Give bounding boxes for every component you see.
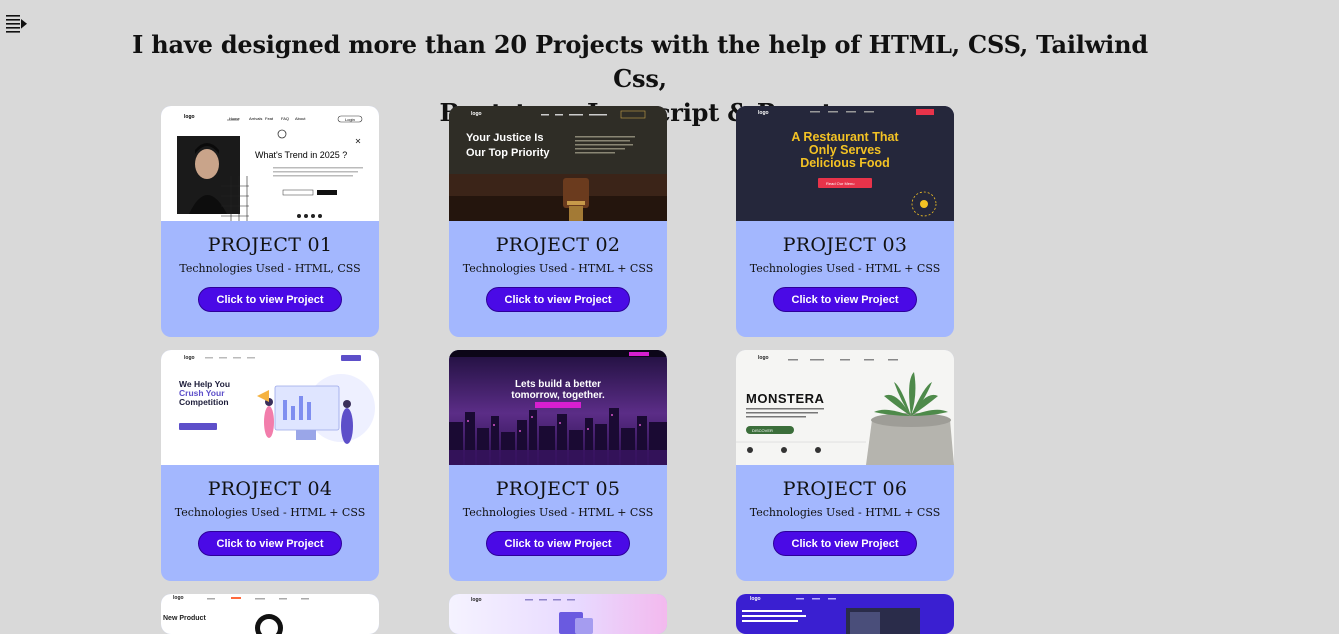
project-04-view-button[interactable]: Click to view Project: [198, 531, 342, 556]
project-01-title: PROJECT 01: [207, 234, 333, 256]
project-card-06: logo MONSTERA DISCOVER PROJECT 06 Techno…: [736, 350, 954, 581]
project-card-04: logo We Help You Crush Your Competition …: [161, 350, 379, 581]
project-04-thumb-logo: logo: [184, 355, 195, 361]
project-06-thumb-headline: MONSTERA: [746, 391, 825, 406]
project-07-thumb-logo: logo: [173, 595, 184, 601]
project-card-01: logo Home Arrivals Feat FAQ About Login …: [161, 106, 379, 337]
project-01-thumb-nav-3: Feat: [265, 116, 274, 121]
project-05-thumb-headline-2: tomorrow, together.: [511, 390, 605, 401]
project-02-view-button[interactable]: Click to view Project: [486, 287, 630, 312]
project-06-title: PROJECT 06: [782, 478, 908, 500]
project-09-thumbnail[interactable]: logo: [736, 594, 954, 634]
project-02-thumb-headline-2: Our Top Priority: [466, 147, 550, 159]
project-05-thumbnail[interactable]: Lets build a better tomorrow, together.: [449, 350, 667, 465]
project-03-thumb-headline-3: Delicious Food: [800, 156, 890, 170]
project-03-view-button[interactable]: Click to view Project: [773, 287, 917, 312]
project-06-thumbnail[interactable]: logo MONSTERA DISCOVER: [736, 350, 954, 465]
project-01-thumb-nav-5: About: [295, 116, 306, 121]
project-card-03: logo A Restaurant That Only Serves Delic…: [736, 106, 954, 337]
project-02-thumb-logo: logo: [471, 111, 482, 117]
project-card-09-partial: logo: [736, 594, 954, 634]
project-03-thumb-headline: A Restaurant That Only Serves Delicious …: [736, 131, 954, 170]
project-04-title: PROJECT 04: [207, 478, 333, 500]
project-card-07-partial: logo New Product: [161, 594, 379, 634]
project-05-view-button[interactable]: Click to view Project: [486, 531, 630, 556]
project-08-thumb-logo: logo: [471, 597, 482, 603]
project-05-thumb-headline: Lets build a better tomorrow, together.: [449, 379, 667, 401]
project-09-thumb-logo: logo: [750, 596, 761, 602]
project-01-view-button[interactable]: Click to view Project: [198, 287, 342, 312]
project-01-thumb-cta: Login: [345, 117, 355, 122]
project-06-thumb-logo: logo: [758, 355, 769, 361]
project-03-thumb-cta: Read Our Menu: [826, 181, 855, 186]
project-06-thumb-cta: DISCOVER: [752, 428, 773, 433]
project-04-thumbnail[interactable]: logo We Help You Crush Your Competition: [161, 350, 379, 465]
project-05-title: PROJECT 05: [495, 478, 621, 500]
project-01-thumb-nav-2: Arrivals: [249, 116, 263, 121]
project-card-05: Lets build a better tomorrow, together. …: [449, 350, 667, 581]
project-03-thumb-logo: logo: [758, 110, 769, 116]
project-06-tech: Technologies Used - HTML + CSS: [749, 506, 941, 519]
project-05-tech: Technologies Used - HTML + CSS: [462, 506, 654, 519]
project-03-thumbnail[interactable]: logo A Restaurant That Only Serves Delic…: [736, 106, 954, 221]
project-01-thumbnail[interactable]: logo Home Arrivals Feat FAQ About Login …: [161, 106, 379, 221]
project-04-thumb-headline-3: Competition: [179, 397, 229, 407]
project-01-thumb-nav-1: Home: [229, 116, 240, 121]
project-02-thumbnail[interactable]: logo Your Justice Is Our Top Priority: [449, 106, 667, 221]
project-01-tech: Technologies Used - HTML, CSS: [179, 262, 361, 275]
project-01-thumb-logo: logo: [184, 114, 195, 120]
project-07-thumbnail[interactable]: logo New Product: [161, 594, 379, 634]
project-04-tech: Technologies Used - HTML + CSS: [174, 506, 366, 519]
project-03-title: PROJECT 03: [782, 234, 908, 256]
project-02-title: PROJECT 02: [495, 234, 621, 256]
heading-line-1: I have designed more than 20 Projects wi…: [132, 30, 1148, 93]
project-03-tech: Technologies Used - HTML + CSS: [749, 262, 941, 275]
project-06-view-button[interactable]: Click to view Project: [773, 531, 917, 556]
project-08-thumbnail[interactable]: logo: [449, 594, 667, 634]
project-card-08-partial: logo: [449, 594, 667, 634]
project-05-thumb-headline-1: Lets build a better: [514, 379, 602, 390]
project-02-tech: Technologies Used - HTML + CSS: [462, 262, 654, 275]
project-01-thumb-headline: What's Trend in 2025 ?: [255, 150, 348, 160]
project-card-02: logo Your Justice Is Our Top Priority PR…: [449, 106, 667, 337]
project-02-thumb-headline-1: Your Justice Is: [466, 132, 544, 144]
menu-lines-icon[interactable]: [6, 15, 28, 33]
project-01-thumb-nav-4: FAQ: [281, 116, 290, 121]
